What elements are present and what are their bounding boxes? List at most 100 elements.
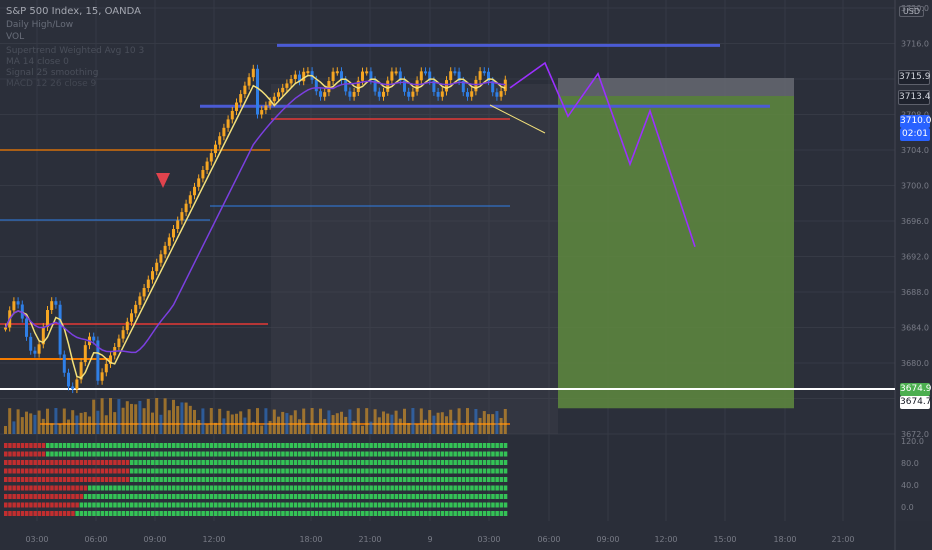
oscillator-cell bbox=[461, 477, 466, 482]
oscillator-cell bbox=[142, 477, 147, 482]
candle-body bbox=[117, 338, 121, 348]
oscillator-cell bbox=[125, 502, 130, 508]
oscillator-cell bbox=[100, 451, 105, 457]
candle-body bbox=[29, 336, 33, 351]
oscillator-cell bbox=[356, 511, 361, 516]
oscillator-cell bbox=[453, 443, 457, 448]
oscillator-cell bbox=[176, 468, 180, 474]
oscillator-cell bbox=[197, 511, 201, 516]
oscillator-cell bbox=[445, 451, 449, 457]
oscillator-cell bbox=[12, 494, 16, 499]
volume-bar bbox=[293, 410, 297, 434]
oscillator-cell bbox=[398, 494, 403, 499]
oscillator-cell bbox=[79, 494, 84, 499]
indicator-signal[interactable]: Signal 25 smoothing bbox=[6, 68, 98, 78]
symbol-title[interactable]: S&P 500 Index, 15, OANDA bbox=[6, 6, 141, 17]
oscillator-cell bbox=[424, 511, 428, 516]
oscillator-cell bbox=[121, 485, 126, 491]
oscillator-cell bbox=[163, 485, 168, 491]
oscillator-cell bbox=[193, 443, 197, 448]
oscillator-cell bbox=[109, 502, 113, 508]
oscillator-cell bbox=[230, 477, 235, 482]
oscillator-cell bbox=[461, 511, 466, 516]
oscillator-cell bbox=[382, 502, 386, 508]
oscillator-cell bbox=[356, 460, 361, 465]
volume-bar bbox=[432, 415, 436, 434]
oscillator-cell bbox=[41, 502, 46, 508]
oscillator-cell bbox=[201, 477, 205, 482]
candle-body bbox=[466, 92, 469, 97]
oscillator-cell bbox=[314, 494, 319, 499]
oscillator-cell bbox=[499, 511, 504, 516]
indicator-macd[interactable]: MACD 12 26 close 9 bbox=[6, 79, 96, 89]
oscillator-cell bbox=[20, 468, 25, 474]
oscillator-cell bbox=[398, 443, 403, 448]
oscillator-cell bbox=[83, 502, 88, 508]
oscillator-cell bbox=[109, 511, 113, 516]
oscillator-cell bbox=[79, 511, 84, 516]
oscillator-cell bbox=[335, 460, 340, 465]
chart-window: 3720.03716.03712.03708.03704.03700.03696… bbox=[0, 0, 932, 550]
oscillator-cell bbox=[180, 443, 184, 448]
candle-body bbox=[167, 237, 171, 246]
oscillator-cell bbox=[16, 443, 21, 448]
volume-bar bbox=[268, 420, 272, 434]
oscillator-cell bbox=[235, 511, 239, 516]
oscillator-cell bbox=[130, 502, 134, 508]
candle-body bbox=[37, 344, 41, 354]
oscillator-cell bbox=[495, 451, 499, 457]
oscillator-cell bbox=[293, 511, 298, 516]
oscillator-cell bbox=[319, 485, 323, 491]
indicator-supertrend[interactable]: Supertrend Weighted Avg 10 3 bbox=[6, 46, 144, 56]
oscillator-cell bbox=[478, 468, 483, 474]
oscillator-cell bbox=[449, 511, 453, 516]
oscillator-cell bbox=[482, 460, 487, 465]
oscillator-cell bbox=[285, 502, 289, 508]
oscillator-cell bbox=[146, 502, 151, 508]
candle-body bbox=[130, 313, 133, 322]
price-chart[interactable]: 3720.03716.03712.03708.03704.03700.03696… bbox=[0, 0, 932, 550]
indicator-ma[interactable]: MA 14 close 0 bbox=[6, 57, 69, 67]
candle-body bbox=[100, 372, 104, 381]
oscillator-cell bbox=[373, 494, 378, 499]
volume-bar bbox=[478, 417, 482, 434]
indicator-volume[interactable]: VOL bbox=[6, 32, 24, 42]
oscillator-cell bbox=[470, 511, 474, 516]
oscillator-cell bbox=[54, 460, 58, 465]
volume-bar bbox=[12, 421, 16, 434]
oscillator-cell bbox=[172, 494, 176, 499]
oscillator-cell bbox=[214, 502, 218, 508]
oscillator-cell bbox=[285, 468, 289, 474]
oscillator-cell bbox=[390, 451, 394, 457]
oscillator-cell bbox=[151, 477, 155, 482]
candle-body bbox=[331, 71, 335, 81]
volume-bar bbox=[4, 426, 7, 434]
oscillator-cell bbox=[298, 511, 302, 516]
oscillator-cell bbox=[167, 511, 172, 516]
oscillator-cell bbox=[394, 502, 399, 508]
oscillator-cell bbox=[289, 443, 294, 448]
oscillator-cell bbox=[155, 511, 159, 516]
oscillator-cell bbox=[394, 485, 399, 491]
oscillator-cell bbox=[348, 477, 352, 482]
oscillator-cell bbox=[352, 443, 357, 448]
oscillator-cell bbox=[277, 468, 281, 474]
oscillator-cell bbox=[436, 468, 441, 474]
oscillator-cell bbox=[403, 502, 407, 508]
currency-button[interactable]: USD bbox=[898, 6, 924, 17]
oscillator-cell bbox=[184, 485, 189, 491]
oscillator-cell bbox=[319, 502, 323, 508]
oscillator-cell bbox=[176, 494, 180, 499]
oscillator-cell bbox=[398, 502, 403, 508]
oscillator-cell bbox=[335, 468, 340, 474]
oscillator-cell bbox=[235, 451, 239, 457]
oscillator-cell bbox=[302, 460, 306, 465]
oscillator-cell bbox=[436, 460, 441, 465]
oscillator-cell bbox=[50, 485, 54, 491]
oscillator-cell bbox=[302, 502, 306, 508]
oscillator-cell bbox=[50, 477, 54, 482]
oscillator-cell bbox=[172, 511, 176, 516]
oscillator-cell bbox=[373, 451, 378, 457]
indicator-daily-high-low[interactable]: Daily High/Low bbox=[6, 20, 73, 30]
oscillator-cell bbox=[453, 485, 457, 491]
